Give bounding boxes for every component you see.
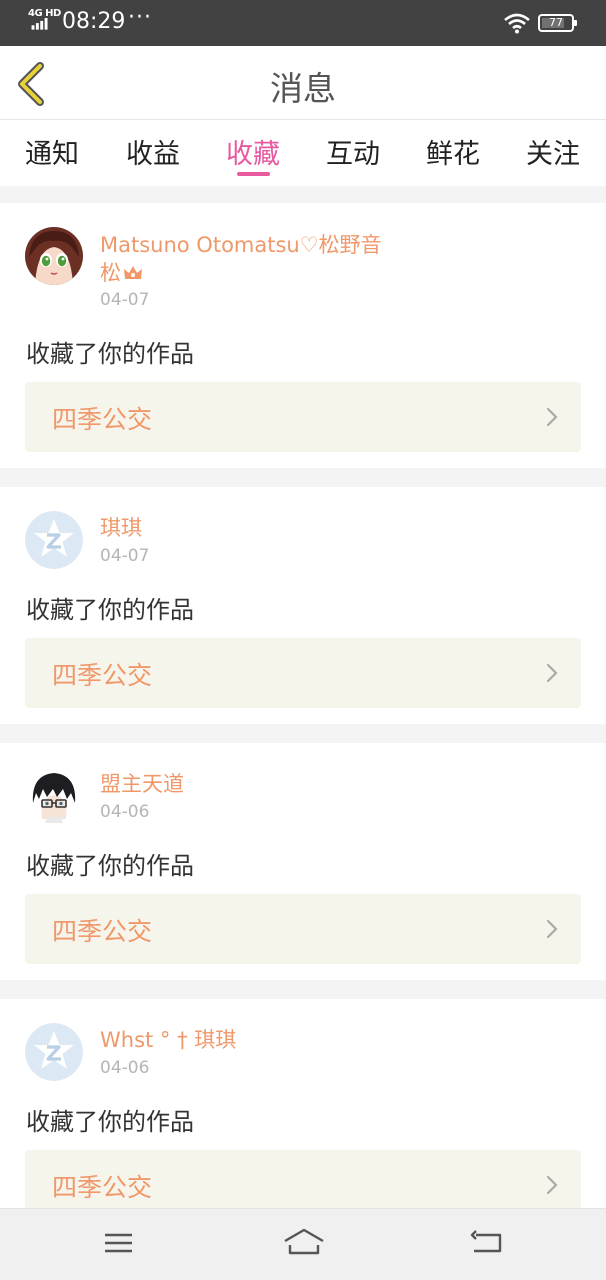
default-star-avatar	[25, 1023, 83, 1081]
more-notifications-icon: ···	[128, 5, 152, 30]
work-link[interactable]: 四季公交	[25, 1150, 581, 1208]
tab-interactions[interactable]: 互动	[303, 132, 403, 171]
work-link[interactable]: 四季公交	[25, 382, 581, 452]
wifi-icon	[504, 13, 530, 34]
status-bar: 4G HD 08:29 ··· 77	[0, 0, 606, 46]
message-date: 04-07	[100, 546, 150, 566]
message-date: 04-06	[100, 1058, 150, 1078]
default-star-avatar	[25, 511, 83, 569]
message-card: 琪琪 04-07 收藏了你的作品 四季公交	[0, 487, 606, 724]
tab-bar: 通知 收益 收藏 互动 鲜花 关注	[0, 120, 606, 186]
home-icon	[284, 1228, 324, 1255]
tab-favorites[interactable]: 收藏	[203, 132, 303, 171]
work-title: 四季公交	[52, 405, 153, 434]
work-link[interactable]: 四季公交	[25, 894, 581, 964]
message-date: 04-07	[100, 290, 150, 310]
header-bar: 消息	[0, 46, 606, 120]
home-button[interactable]	[282, 1227, 324, 1259]
chevron-right-icon	[546, 919, 558, 939]
chevron-right-icon	[546, 407, 558, 427]
menu-icon	[105, 1233, 132, 1253]
menu-button[interactable]	[99, 1227, 139, 1259]
back-icon	[470, 1230, 502, 1253]
avatar[interactable]	[25, 227, 83, 285]
message-card: 盟主天道 04-06 收藏了你的作品 四季公交	[0, 743, 606, 980]
message-text: 收藏了你的作品	[26, 1108, 194, 1136]
message-text: 收藏了你的作品	[26, 340, 194, 368]
username[interactable]: Whst ° † 琪琪	[100, 1026, 400, 1054]
message-text: 收藏了你的作品	[26, 596, 194, 624]
username[interactable]: Matsuno Otomatsu♡松野音松	[100, 231, 400, 287]
back-system-button[interactable]	[468, 1227, 508, 1259]
tab-notifications[interactable]: 通知	[2, 132, 102, 171]
avatar[interactable]	[25, 1023, 83, 1081]
tab-flowers[interactable]: 鲜花	[403, 132, 503, 171]
message-card: Matsuno Otomatsu♡松野音松 04-07 收藏了你的作品 四季公交	[0, 203, 606, 468]
tab-earnings[interactable]: 收益	[103, 132, 203, 171]
page-title: 消息	[270, 69, 336, 108]
work-title: 四季公交	[52, 1173, 153, 1202]
glasses-boy-avatar	[25, 767, 83, 825]
username[interactable]: 盟主天道	[100, 770, 400, 798]
anime-girl-avatar	[25, 227, 83, 285]
clock: 08:29	[62, 9, 126, 34]
tab-following[interactable]: 关注	[503, 132, 603, 171]
message-date: 04-06	[100, 802, 150, 822]
avatar[interactable]	[25, 767, 83, 825]
message-card: Whst ° † 琪琪 04-06 收藏了你的作品 四季公交	[0, 999, 606, 1208]
active-tab-indicator	[237, 172, 270, 176]
battery-icon: 77	[538, 14, 577, 32]
battery-percent: 77	[549, 16, 563, 29]
username[interactable]: 琪琪	[100, 514, 400, 542]
system-nav-bar	[0, 1208, 606, 1280]
avatar[interactable]	[25, 511, 83, 569]
message-text: 收藏了你的作品	[26, 852, 194, 880]
work-title: 四季公交	[52, 661, 153, 690]
signal-icon	[31, 18, 48, 30]
work-link[interactable]: 四季公交	[25, 638, 581, 708]
chevron-right-icon	[546, 1175, 558, 1195]
work-title: 四季公交	[52, 917, 153, 946]
chevron-right-icon	[546, 663, 558, 683]
crown-icon	[124, 266, 142, 279]
